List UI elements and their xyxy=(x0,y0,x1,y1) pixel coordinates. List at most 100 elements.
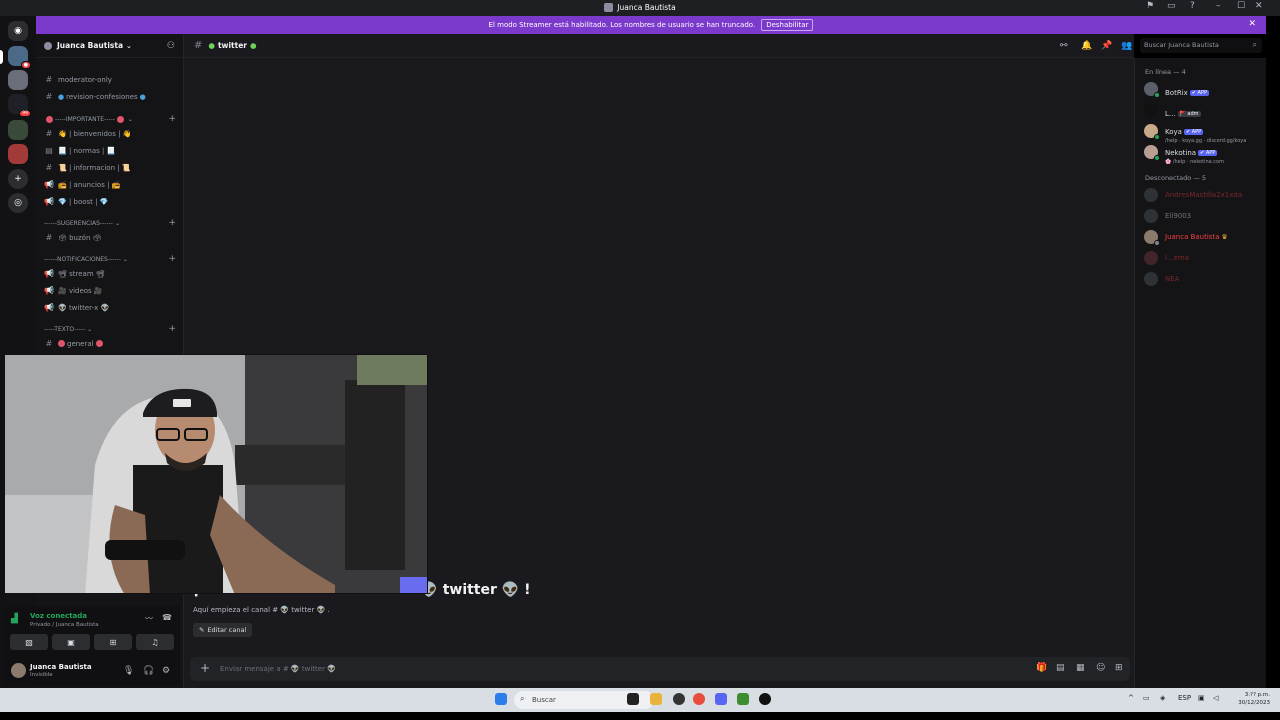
app-icon-1[interactable] xyxy=(673,693,685,705)
channel-videos[interactable]: 📢 🎥 videos 🎥 xyxy=(44,283,178,298)
add-server-icon[interactable]: + xyxy=(8,169,28,189)
member-offline-5[interactable]: NEA xyxy=(1144,270,1264,288)
edit-channel-label: Editar canal xyxy=(207,626,247,634)
discord-home-icon[interactable]: ◉ xyxy=(8,21,28,41)
discord-taskbar-icon[interactable] xyxy=(715,693,727,705)
channel-label: 👽 twitter-x 👽 xyxy=(58,303,110,312)
add-channel-icon[interactable]: + xyxy=(168,254,176,264)
headphones-icon[interactable]: 🎧 xyxy=(143,666,154,676)
maximize-icon[interactable]: ☐ xyxy=(1237,1,1245,11)
channel-header: # ● twitter ● xyxy=(184,34,1134,58)
server-icon-3[interactable]: 99 xyxy=(8,94,31,117)
banner-close-icon[interactable]: ✕ xyxy=(1248,19,1256,29)
tray-app-icon[interactable]: ▭ xyxy=(1143,694,1150,702)
screen-share-button[interactable]: ▣ xyxy=(52,634,90,650)
noise-suppression-icon[interactable]: 〰 xyxy=(145,613,153,624)
member-offline-1[interactable]: AndresMastilla2x1xda xyxy=(1144,186,1264,204)
member-koya[interactable]: Koya ✔ APP/help · koya.gg · discord.gg/ko… xyxy=(1144,122,1264,144)
member-juanca-bautista[interactable]: Juanca Bautista ♛ xyxy=(1144,228,1264,246)
channel-stream[interactable]: 📢 📽 stream 📽 xyxy=(44,266,178,281)
threads-icon[interactable]: ⚯ xyxy=(1060,41,1068,51)
taskbar-clock[interactable]: 3:?? p.m. 30/12/2023 xyxy=(1238,691,1270,707)
category-importante[interactable]: -----IMPORTANTE----- ⌄ + xyxy=(44,113,178,125)
minecraft-icon[interactable] xyxy=(737,693,749,705)
file-explorer-icon[interactable] xyxy=(650,693,662,705)
member-list: En línea — 4 BotRix ✔ APP L... 🚩 adm Koya ✔… xyxy=(1134,58,1266,688)
minimize-icon[interactable]: – xyxy=(1216,1,1221,11)
gift-icon[interactable]: 🎁 xyxy=(1036,663,1047,673)
network-icon[interactable]: ▣ xyxy=(1198,694,1205,702)
category-sugerencias[interactable]: ------SUGERENCIAS------ ⌄ + xyxy=(44,217,178,229)
category-notificaciones[interactable]: ------NOTIFICACIONES------ ⌄ + xyxy=(44,253,178,265)
add-channel-icon[interactable]: + xyxy=(168,218,176,228)
pin-icon[interactable]: 📌 xyxy=(1101,41,1112,51)
apps-icon[interactable]: ⊞ xyxy=(1115,663,1123,673)
category-label: -----TEXTO----- xyxy=(44,325,86,333)
server-icon-5[interactable] xyxy=(8,144,28,164)
channel-general[interactable]: # general xyxy=(44,336,178,351)
voice-status: Voz conectada xyxy=(30,612,87,620)
channel-anuncios[interactable]: 📢 📻 | anuncios | 📻 xyxy=(44,177,178,192)
channel-buzon[interactable]: # 🗳 buzón 🗳 xyxy=(44,230,178,245)
channel-moderator-only[interactable]: # moderator-only xyxy=(44,72,178,87)
member-l[interactable]: L... 🚩 adm xyxy=(1144,101,1264,119)
soundboard-button[interactable]: ♫ xyxy=(136,634,174,650)
avatar[interactable] xyxy=(11,663,26,678)
category-texto[interactable]: -----TEXTO----- ⌄ + xyxy=(44,323,178,335)
add-channel-icon[interactable]: + xyxy=(168,324,176,334)
members-icon[interactable]: 👥 xyxy=(1121,41,1132,51)
gif-icon[interactable]: ▤ xyxy=(1056,663,1065,673)
channel-boost[interactable]: 📢 💎 | boost | 💎 xyxy=(44,194,178,209)
settings-gear-icon[interactable]: ⚙ xyxy=(162,666,170,676)
attach-plus-icon[interactable]: + xyxy=(200,661,210,675)
windows-taskbar: ⌕ Buscar ^ ▭ ◈ ESP ▣ ◁ 3:?? p.m. 30/12/202… xyxy=(0,688,1280,712)
disconnect-icon[interactable]: ☎ xyxy=(162,613,172,622)
inbox-icon[interactable]: ⚑ xyxy=(1146,1,1154,11)
channel-normas[interactable]: ▤ 📃 | normas | 📃 xyxy=(44,143,178,158)
windows-start-icon[interactable] xyxy=(495,693,507,705)
bell-icon[interactable]: 🔔 xyxy=(1081,41,1092,51)
help-icon[interactable]: ? xyxy=(1190,1,1195,11)
server-header[interactable]: Juanca Bautista ⌄ ⚇ xyxy=(36,34,183,58)
camera-button[interactable]: ▧ xyxy=(10,634,48,650)
close-window-icon[interactable]: ✕ xyxy=(1255,1,1263,11)
message-composer[interactable]: + Enviar mensaje a # 👽 twitter 👽 🎁 ▤ ▦ ☺… xyxy=(190,657,1130,681)
server-name: Juanca Bautista xyxy=(57,41,124,50)
volume-icon[interactable]: ◁ xyxy=(1213,694,1218,702)
member-offline-2[interactable]: Eli9003 xyxy=(1144,207,1264,225)
server-icon-2[interactable] xyxy=(8,70,28,90)
message-input[interactable]: Enviar mensaje a # 👽 twitter 👽 xyxy=(220,665,336,673)
chrome-icon[interactable] xyxy=(693,693,705,705)
activities-icon: ⊞ xyxy=(109,637,117,647)
emoji-icon[interactable]: ☺ xyxy=(1096,663,1105,673)
edit-channel-button[interactable]: ✎ Editar canal xyxy=(193,623,253,637)
search-input[interactable]: Buscar Juanca Bautista ⌕ xyxy=(1140,38,1262,53)
online-status-dot xyxy=(1154,134,1160,140)
sticker-icon[interactable]: ▦ xyxy=(1076,663,1085,673)
channel-revision-confesiones[interactable]: # ● revision-confesiones ● xyxy=(44,89,178,104)
server-icon-4[interactable] xyxy=(8,120,28,140)
member-botrix[interactable]: BotRix ✔ APP xyxy=(1144,80,1264,98)
discover-icon[interactable]: ◎ xyxy=(8,193,28,213)
tray-app-icon-2[interactable]: ◈ xyxy=(1160,694,1165,702)
language-indicator[interactable]: ESP xyxy=(1178,694,1191,702)
channel-bienvenidos[interactable]: # 👋 | bienvenidos | 👋 xyxy=(44,126,178,141)
add-channel-icon[interactable]: + xyxy=(168,114,176,124)
server-badge-99: 99 xyxy=(19,110,31,117)
member-nekotina[interactable]: Nekotina ✔ APP 🌸 /help · nekotina.com xyxy=(1144,143,1264,165)
obs-icon[interactable] xyxy=(759,693,771,705)
channel-informacion[interactable]: # 📜 | informacion | 📜 xyxy=(44,160,178,175)
member-offline-4[interactable]: l...ema xyxy=(1144,249,1264,267)
channel-twitter-x[interactable]: 📢 👽 twitter-x 👽 xyxy=(44,300,178,315)
tray-chevron-icon[interactable]: ^ xyxy=(1128,694,1134,702)
server-icon-1[interactable]: ● xyxy=(8,46,31,69)
screen-icon[interactable]: ▭ xyxy=(1167,1,1176,11)
activities-button[interactable]: ⊞ xyxy=(94,634,132,650)
clock-time: 3:?? p.m. xyxy=(1244,692,1270,698)
task-view-icon[interactable] xyxy=(627,693,639,705)
microphone-icon[interactable]: 🎙 xyxy=(123,666,134,676)
voice-signal-icon: ▟ xyxy=(11,614,18,624)
invite-people-icon[interactable]: ⚇ xyxy=(167,41,175,51)
channel-label: 📜 | informacion | 📜 xyxy=(58,163,131,172)
disable-streamer-button[interactable]: Deshabilitar xyxy=(761,19,814,31)
